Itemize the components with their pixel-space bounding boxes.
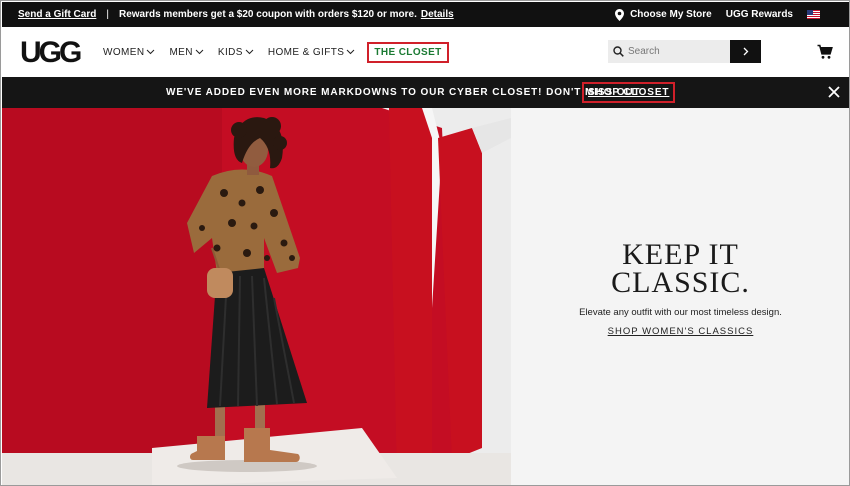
hero-cta-wrap: SHOP WOMEN'S CLASSICS [511,326,849,337]
chevron-right-icon [743,47,748,56]
search-box [608,40,730,63]
utility-right: Choose My Store UGG Rewards [615,2,820,27]
nav-women-label: WOMEN [103,46,145,58]
promo-details-link[interactable]: Details [421,9,454,20]
chevron-down-icon [195,49,204,55]
us-flag-icon[interactable] [807,10,820,19]
location-pin-icon [615,8,625,21]
main-nav: WOMEN MEN KIDS HOME & GIFTS THE CLOSET [103,27,449,77]
shop-closet-link[interactable]: SHOP CLOSET [582,82,676,103]
chevron-down-icon [147,49,155,55]
svg-text:UGG: UGG [20,36,81,67]
hero-image[interactable] [2,108,511,485]
shop-womens-classics-link[interactable]: SHOP WOMEN'S CLASSICS [608,326,754,337]
gift-card-link[interactable]: Send a Gift Card [18,9,96,20]
nav-home-gifts-label: HOME & GIFTS [267,46,345,58]
choose-store-label: Choose My Store [630,9,712,20]
rewards-promo-text: Rewards members get a $20 coupon with or… [118,9,417,20]
page-frame: Send a Gift Card | Rewards members get a… [0,0,850,486]
hero-title-line1: KEEP IT [622,238,739,271]
hero-text-panel: KEEP IT CLASSIC. Elevate any outfit with… [511,108,849,485]
choose-store-link[interactable]: Choose My Store [615,8,712,21]
announcement-bar: WE'VE ADDED EVEN MORE MARKDOWNS TO OUR C… [2,77,849,108]
nav-men[interactable]: MEN [169,46,204,58]
utility-separator: | [106,9,109,20]
nav-kids-label: KIDS [217,46,243,58]
utility-bar: Send a Gift Card | Rewards members get a… [2,2,849,27]
nav-the-closet[interactable]: THE CLOSET [367,41,449,63]
shopping-cart-icon[interactable] [817,44,833,60]
nav-home-gifts[interactable]: HOME & GIFTS [268,47,355,58]
hero-title-line2: CLASSIC. [611,266,750,299]
hero-subtitle: Elevate any outfit with our most timeles… [579,307,782,318]
nav-kids[interactable]: KIDS [218,47,254,58]
main-header: UGG WOMEN MEN KIDS HOME & GIFTS THE CLOS… [2,27,849,77]
search-submit-button[interactable] [730,40,761,63]
nav-women[interactable]: WOMEN [103,47,155,58]
chevron-down-icon [346,49,355,55]
close-icon[interactable] [827,85,841,99]
nav-men-label: MEN [169,46,193,58]
search-input[interactable] [628,46,728,57]
chevron-down-icon [245,49,254,55]
search-icon [613,46,624,57]
hero-model-illustration [2,108,511,485]
hero-title: KEEP IT CLASSIC. [511,238,849,299]
announcement-text: WE'VE ADDED EVEN MORE MARKDOWNS TO OUR C… [166,87,641,98]
ugg-logo[interactable]: UGG [20,35,86,67]
ugg-rewards-link[interactable]: UGG Rewards [726,9,793,20]
